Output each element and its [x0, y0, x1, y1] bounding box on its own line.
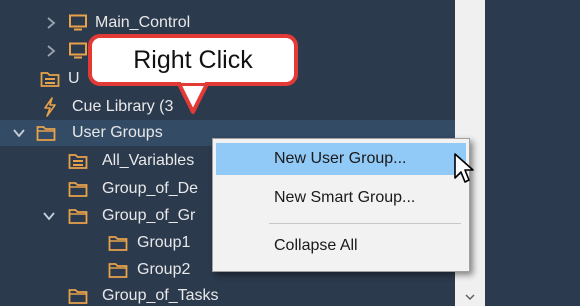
lightning-icon	[40, 97, 60, 117]
folder-icon	[68, 180, 88, 198]
tree-item-label: User Groups	[72, 124, 163, 141]
tree-item-label: Cue Library (3	[72, 98, 174, 115]
chevron-down-icon[interactable]	[12, 126, 26, 140]
monitor-icon	[68, 42, 88, 60]
tree-item-label: Group_of_Gr	[102, 207, 196, 224]
tree-item-label: Group_of_De	[102, 180, 199, 197]
menu-item-collapse-all[interactable]: Collapse All	[216, 230, 466, 262]
folder-icon	[108, 261, 128, 279]
tree-item-label: Group1	[137, 234, 191, 251]
folder-icon	[36, 124, 56, 142]
tree-item-label: Group_of_Tasks	[102, 287, 219, 304]
right-pane	[485, 0, 580, 306]
context-menu: New User Group... New Smart Group... Col…	[212, 138, 470, 272]
tree-item-label: Main_Control	[95, 14, 191, 31]
menu-item-new-user-group[interactable]: New User Group...	[216, 143, 466, 175]
variables-folder-icon	[40, 70, 60, 88]
chevron-down-icon[interactable]	[42, 209, 56, 223]
tree-item-main-control[interactable]: Main_Control	[0, 10, 455, 36]
tree-item-cue-library[interactable]: Cue Library (3	[0, 94, 455, 120]
tree-item-label: Group2	[137, 261, 191, 278]
mouse-cursor-icon	[454, 153, 474, 183]
folder-icon	[68, 287, 88, 305]
tree-item-group-of-tasks[interactable]: Group_of_Tasks	[0, 283, 455, 306]
folder-icon	[108, 234, 128, 252]
monitor-icon	[68, 14, 88, 32]
tree-item-label: All_Variables	[102, 152, 195, 169]
right-click-callout: Right Click	[88, 34, 298, 86]
scroll-down-arrow-icon[interactable]	[455, 288, 485, 306]
callout-text: Right Click	[133, 45, 253, 74]
chevron-right-icon[interactable]	[44, 44, 58, 58]
tree-item-label: U	[68, 70, 80, 87]
menu-separator	[269, 223, 461, 224]
chevron-right-icon[interactable]	[44, 16, 58, 30]
menu-item-new-smart-group[interactable]: New Smart Group...	[216, 182, 466, 214]
variables-folder-icon	[68, 152, 88, 170]
folder-icon	[68, 207, 88, 225]
